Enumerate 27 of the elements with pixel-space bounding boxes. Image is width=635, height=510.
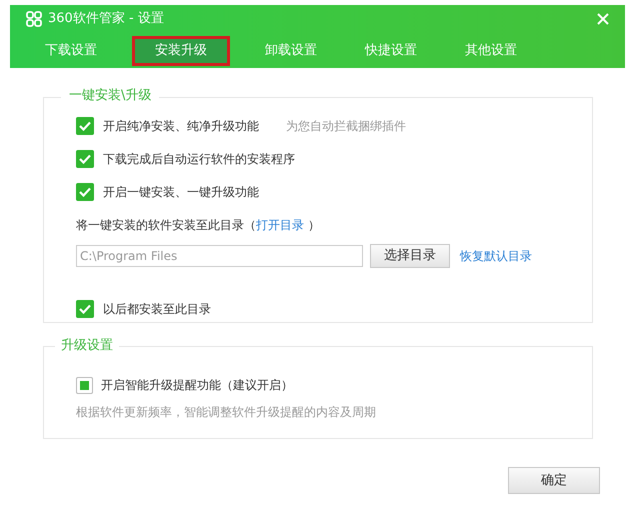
option-label: 开启智能升级提醒功能（建议开启） — [101, 377, 293, 394]
tab[interactable]: 卸载设置 — [252, 36, 330, 66]
description-text: 根据软件更新频率，智能调整软件升级提醒的内容及周期 — [75, 404, 377, 421]
checkbox[interactable] — [76, 150, 94, 168]
option-label: 开启一键安装、一键升级功能 — [103, 184, 259, 201]
checkbox[interactable] — [76, 183, 94, 201]
checkbox[interactable] — [76, 376, 93, 394]
close-icon[interactable] — [597, 13, 609, 25]
restore-default-link[interactable]: 恢复默认目录 — [460, 247, 532, 265]
option-label: 开启纯净安装、纯净升级功能 — [103, 118, 259, 135]
option-label: 以后都安装至此目录 — [103, 301, 211, 318]
checkbox[interactable] — [76, 117, 94, 135]
choose-directory-button[interactable]: 选择目录 — [370, 244, 450, 268]
directory-label: 将一键安装的软件安装至此目录（ — [76, 217, 256, 234]
tab[interactable]: 下载设置 — [32, 36, 110, 66]
directory-label-end: ） — [308, 217, 320, 234]
tab[interactable]: 快捷设置 — [352, 36, 430, 66]
tab[interactable]: 其他设置 — [452, 36, 530, 66]
directory-field[interactable]: C:\Program Files — [76, 245, 363, 267]
option-hint: 为您自动拦截捆绑插件 — [286, 118, 406, 135]
checkbox[interactable] — [76, 300, 94, 318]
open-directory-link[interactable]: 打开目录 — [256, 216, 304, 234]
tab[interactable]: 安装升级 — [132, 36, 230, 66]
logo-icon — [26, 11, 42, 27]
ok-button[interactable]: 确定 — [508, 467, 600, 494]
option-label: 下载完成后自动运行软件的安装程序 — [103, 151, 295, 168]
window-title: 360软件管家 - 设置 — [48, 10, 164, 28]
